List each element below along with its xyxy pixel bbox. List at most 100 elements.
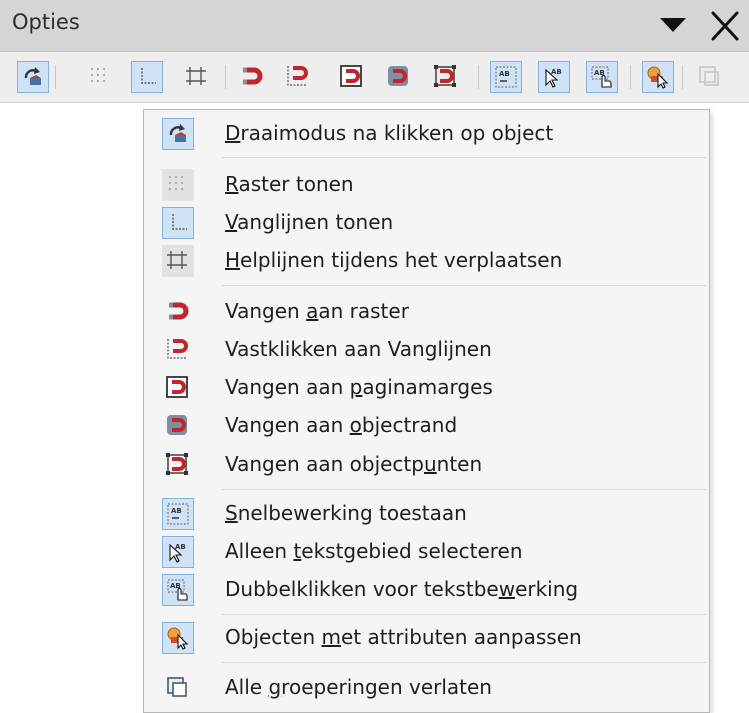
menu-item-icon-box xyxy=(162,372,194,404)
menu-item-icon-box xyxy=(162,622,194,654)
close-icon xyxy=(711,11,739,41)
toolbar-snap-to-guides-button[interactable] xyxy=(282,61,314,93)
snap-guides-icon xyxy=(172,214,187,230)
menu-item-label: Vangen aan raster xyxy=(225,299,409,323)
rotate-mode-icon xyxy=(169,124,186,142)
double-click-text-edit-icon: AB xyxy=(167,579,188,601)
toolbar-exit-all-groups-button[interactable] xyxy=(694,61,726,93)
select-text-area-only-icon: AB xyxy=(545,68,562,88)
menu-separator xyxy=(222,662,706,663)
menu-item-icon-box: AB xyxy=(162,536,194,568)
helplines-icon xyxy=(167,251,187,269)
menu-item-snap-to-guides[interactable]: Vastklikken aan Vanglijnen xyxy=(144,331,709,369)
triangle-down-icon xyxy=(660,18,686,32)
toolbar-snap-to-object-border-button[interactable] xyxy=(383,61,415,93)
exit-all-groups-icon xyxy=(167,677,187,697)
panel-title: Opties xyxy=(12,10,80,34)
menu-item-snap-to-object-border[interactable]: Vangen aan objectrand xyxy=(144,407,709,445)
menu-item-label: Dubbelklikken voor tekstbewerking xyxy=(225,577,579,601)
menu-item-icon-box xyxy=(162,245,194,277)
menu-item-icon-box xyxy=(162,207,194,239)
rotate-mode-icon xyxy=(24,67,41,85)
toolbar-snap-guides-button[interactable] xyxy=(131,61,163,93)
menu-item-icon-box xyxy=(162,118,194,150)
toolbar-options-button[interactable] xyxy=(656,4,692,46)
svg-text:AB: AB xyxy=(175,543,186,551)
menu-item-snap-to-page-margins[interactable]: Vangen aan paginamarges xyxy=(144,369,709,407)
quick-edit-icon: AB xyxy=(167,503,189,525)
modify-with-attributes-icon xyxy=(647,66,669,89)
toolbar-double-click-text-edit-button[interactable]: AB xyxy=(586,61,618,93)
menu-separator xyxy=(222,614,706,615)
menu-item-label: Objecten met attributen aanpassen xyxy=(225,625,582,649)
svg-text:AB: AB xyxy=(171,507,182,515)
menu-item-label: Alle groeperingen verlaten xyxy=(225,675,492,699)
menu-item-modify-with-attributes[interactable]: Objecten met attributen aanpassen xyxy=(144,619,709,657)
menu-item-label: Vanglijnen tonen xyxy=(225,210,394,234)
menu-item-snap-to-grid[interactable]: Vangen aan raster xyxy=(144,293,709,331)
toolbar-snap-to-grid-button[interactable] xyxy=(236,61,268,93)
exit-all-groups-icon xyxy=(699,66,719,86)
svg-text:AB: AB xyxy=(551,68,562,76)
menu-item-rotate-mode[interactable]: Draaimodus na klikken op object xyxy=(144,115,709,153)
toolbar-helplines-button[interactable] xyxy=(181,61,213,93)
menu-item-label: Helplijnen tijdens het verplaatsen xyxy=(225,248,563,272)
menu-item-show-snap-guides[interactable]: Vanglijnen tonen xyxy=(144,204,709,242)
snap-to-page-margins-icon xyxy=(166,376,188,398)
toolbar-separator xyxy=(478,65,479,89)
menu-item-icon-box xyxy=(162,169,194,201)
snap-guides-icon xyxy=(141,68,156,84)
menu-item-label: Vangen aan objectpunten xyxy=(225,452,483,476)
menu-item-icon-box xyxy=(162,449,194,481)
toolbar-quick-edit-button[interactable]: AB xyxy=(490,61,522,93)
snap-to-page-margins-icon xyxy=(340,65,362,87)
menu-separator xyxy=(222,285,706,286)
menu-item-label: Vangen aan paginamarges xyxy=(225,375,493,399)
snap-to-grid-icon xyxy=(169,302,189,320)
menu-item-label: Raster tonen xyxy=(225,172,354,196)
menu-item-icon-box: AB xyxy=(162,574,194,606)
menu-item-icon-box xyxy=(162,672,194,704)
toolbar-modify-with-attributes-button[interactable] xyxy=(642,61,674,93)
snap-to-object-points-icon xyxy=(434,65,456,87)
snap-to-object-border-icon xyxy=(388,66,408,86)
menu-item-show-grid[interactable]: Raster tonen xyxy=(144,166,709,204)
quick-edit-icon: AB xyxy=(495,66,517,88)
menu-item-label: Vangen aan objectrand xyxy=(225,413,458,437)
toolbar-rotate-mode-button[interactable] xyxy=(17,61,49,93)
toolbar-close-button[interactable] xyxy=(706,4,742,46)
menu-item-snap-to-object-points[interactable]: Vangen aan objectpunten xyxy=(144,446,709,484)
menu-item-label: Vastklikken aan Vanglijnen xyxy=(225,337,492,361)
toolbar-grid-button[interactable] xyxy=(84,61,116,93)
menu-item-double-click-text-edit[interactable]: AB Dubbelklikken voor tekstbewerking xyxy=(144,571,709,609)
menu-separator xyxy=(222,157,706,158)
menu-item-icon-box xyxy=(162,334,194,366)
snap-to-grid-icon xyxy=(243,67,263,85)
toolbar-separator xyxy=(630,65,631,89)
snap-to-guides-icon xyxy=(287,66,308,86)
svg-text:AB: AB xyxy=(499,70,510,78)
menu-item-select-text-area-only[interactable]: AB Alleen tekstgebied selecteren xyxy=(144,533,709,571)
toolbar-separator xyxy=(225,65,226,89)
snap-to-object-points-icon xyxy=(166,453,188,475)
toolbar-separator xyxy=(55,65,56,89)
helplines-icon xyxy=(186,67,206,85)
toolbar-snap-to-object-points-button[interactable] xyxy=(430,61,462,93)
options-dropdown-menu: Draaimodus na klikken op object Raster t… xyxy=(143,109,710,713)
menu-item-label: Snelbewerking toestaan xyxy=(225,501,467,525)
menu-item-allow-quick-edit[interactable]: AB Snelbewerking toestaan xyxy=(144,495,709,533)
toolbar-snap-to-page-margins-button[interactable] xyxy=(336,61,368,93)
modify-with-attributes-icon xyxy=(167,627,189,650)
menu-separator xyxy=(222,489,706,490)
menu-item-helplines-while-moving[interactable]: Helplijnen tijdens het verplaatsen xyxy=(144,242,709,280)
snap-to-object-border-icon xyxy=(167,415,187,435)
toolbar-select-text-area-only-button[interactable]: AB xyxy=(538,61,570,93)
grid-icon xyxy=(169,176,183,190)
menu-item-icon-box xyxy=(162,410,194,442)
menu-item-label: Alleen tekstgebied selecteren xyxy=(225,539,523,563)
toolbar-title-bar: Opties xyxy=(0,0,749,52)
select-text-area-only-icon: AB xyxy=(169,543,186,563)
menu-item-exit-all-groups[interactable]: Alle groeperingen verlaten xyxy=(144,669,709,707)
options-toolbar: AB AB AB xyxy=(0,52,749,103)
double-click-text-edit-icon: AB xyxy=(591,66,612,88)
